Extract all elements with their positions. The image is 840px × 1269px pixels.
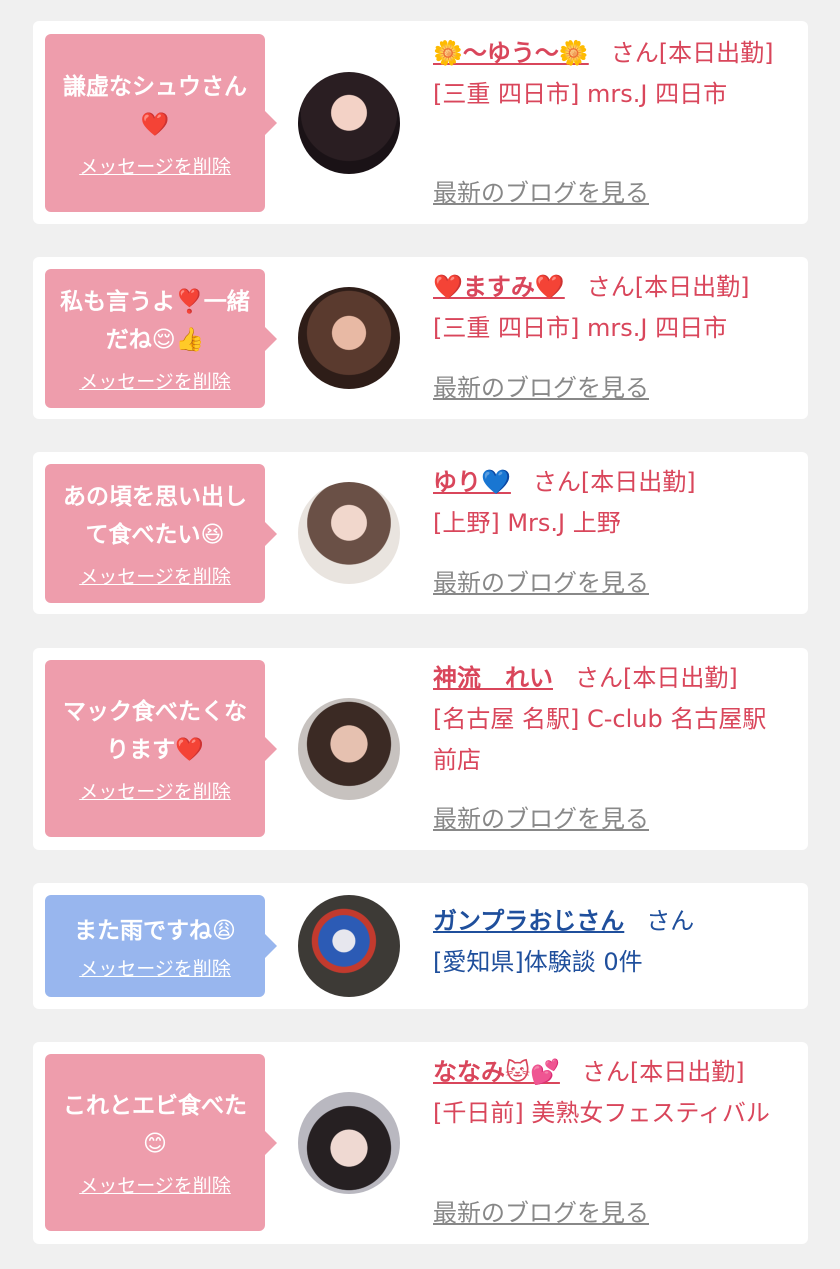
message-card: マック食べたくなります❤️ メッセージを削除 神流 れい さん[本日出勤] [名古… (33, 648, 808, 850)
profile-name-link[interactable]: ななみ🐱💕 (433, 1058, 560, 1086)
profile-location: [愛知県]体験談 0件 (433, 948, 643, 976)
profile-status: さん[本日出勤] (610, 39, 774, 67)
message-text: あの頃を思い出して食べたい😆 (63, 484, 247, 548)
message-text: 私も言うよ❣️一緒だね😌👍 (60, 289, 250, 353)
profile-location: [三重 四日市] mrs.J 四日市 (433, 80, 728, 108)
profile-status: さん[本日出勤] (532, 468, 696, 496)
message-card: 私も言うよ❣️一緒だね😌👍 メッセージを削除 ❤️ますみ❤️ さん[本日出勤] [… (33, 257, 808, 419)
latest-blog-link[interactable]: 最新のブログを見る (433, 563, 649, 598)
avatar[interactable] (298, 895, 400, 997)
profile-location: [三重 四日市] mrs.J 四日市 (433, 314, 728, 342)
profile-location: [千日前] 美熟女フェスティバル (433, 1099, 770, 1127)
profile-status: さん[本日出勤] (586, 273, 750, 301)
message-bubble: あの頃を思い出して食べたい😆 メッセージを削除 (45, 464, 277, 603)
profile-status: さん (646, 907, 695, 935)
profile-info: 🌼〜ゆう〜🌼 さん[本日出勤] [三重 四日市] mrs.J 四日市 (433, 33, 788, 115)
latest-blog-link[interactable]: 最新のブログを見る (433, 173, 649, 208)
profile-status: さん[本日出勤] (581, 1058, 745, 1086)
profile-name-link[interactable]: 🌼〜ゆう〜🌼 (433, 39, 589, 67)
message-card: あの頃を思い出して食べたい😆 メッセージを削除 ゆり💙 さん[本日出勤] [上野]… (33, 452, 808, 614)
latest-blog-link[interactable]: 最新のブログを見る (433, 1193, 649, 1228)
profile-location: [名古屋 名駅] C-club 名古屋駅前店 (433, 705, 767, 774)
profile-info: ❤️ますみ❤️ さん[本日出勤] [三重 四日市] mrs.J 四日市 (433, 267, 788, 349)
avatar[interactable] (298, 72, 400, 174)
avatar[interactable] (298, 698, 400, 800)
message-card: これとエビ食べた😊 メッセージを削除 ななみ🐱💕 さん[本日出勤] [千日前] 美… (33, 1042, 808, 1244)
message-text: これとエビ食べた😊 (63, 1093, 247, 1157)
message-bubble: 謙虚なシュウさん❤️ メッセージを削除 (45, 34, 277, 212)
delete-message-link[interactable]: メッセージを削除 (79, 1171, 231, 1198)
profile-info: ガンプラおじさん さん [愛知県]体験談 0件 (433, 901, 788, 983)
profile-name-link[interactable]: ゆり💙 (433, 468, 511, 496)
latest-blog-link[interactable]: 最新のブログを見る (433, 799, 649, 834)
profile-status: さん[本日出勤] (575, 664, 738, 692)
message-bubble: また雨ですね😩 メッセージを削除 (45, 895, 277, 997)
profile-name-link[interactable]: ガンプラおじさん (433, 907, 624, 935)
latest-blog-link[interactable]: 最新のブログを見る (433, 368, 649, 403)
message-text: マック食べたくなります❤️ (63, 699, 247, 763)
delete-message-link[interactable]: メッセージを削除 (79, 562, 231, 589)
profile-name-link[interactable]: 神流 れい (433, 664, 553, 692)
message-card: また雨ですね😩 メッセージを削除 ガンプラおじさん さん [愛知県]体験談 0件 (33, 883, 808, 1009)
delete-message-link[interactable]: メッセージを削除 (79, 367, 231, 394)
profile-location: [上野] Mrs.J 上野 (433, 509, 621, 537)
profile-info: 神流 れい さん[本日出勤] [名古屋 名駅] C-club 名古屋駅前店 (433, 658, 788, 781)
profile-name-link[interactable]: ❤️ますみ❤️ (433, 273, 565, 301)
profile-info: ななみ🐱💕 さん[本日出勤] [千日前] 美熟女フェスティバル (433, 1052, 788, 1134)
avatar[interactable] (298, 1092, 400, 1194)
message-text: また雨ですね😩 (74, 917, 236, 944)
message-bubble: 私も言うよ❣️一緒だね😌👍 メッセージを削除 (45, 269, 277, 408)
profile-info: ゆり💙 さん[本日出勤] [上野] Mrs.J 上野 (433, 462, 788, 544)
avatar[interactable] (298, 287, 400, 389)
avatar[interactable] (298, 482, 400, 584)
message-bubble: これとエビ食べた😊 メッセージを削除 (45, 1054, 277, 1231)
delete-message-link[interactable]: メッセージを削除 (79, 777, 231, 804)
message-text: 謙虚なシュウさん❤️ (63, 73, 247, 138)
message-bubble: マック食べたくなります❤️ メッセージを削除 (45, 660, 277, 837)
delete-message-link[interactable]: メッセージを削除 (79, 152, 231, 179)
message-card: 謙虚なシュウさん❤️ メッセージを削除 🌼〜ゆう〜🌼 さん[本日出勤] [三重 四… (33, 21, 808, 224)
delete-message-link[interactable]: メッセージを削除 (79, 954, 231, 981)
